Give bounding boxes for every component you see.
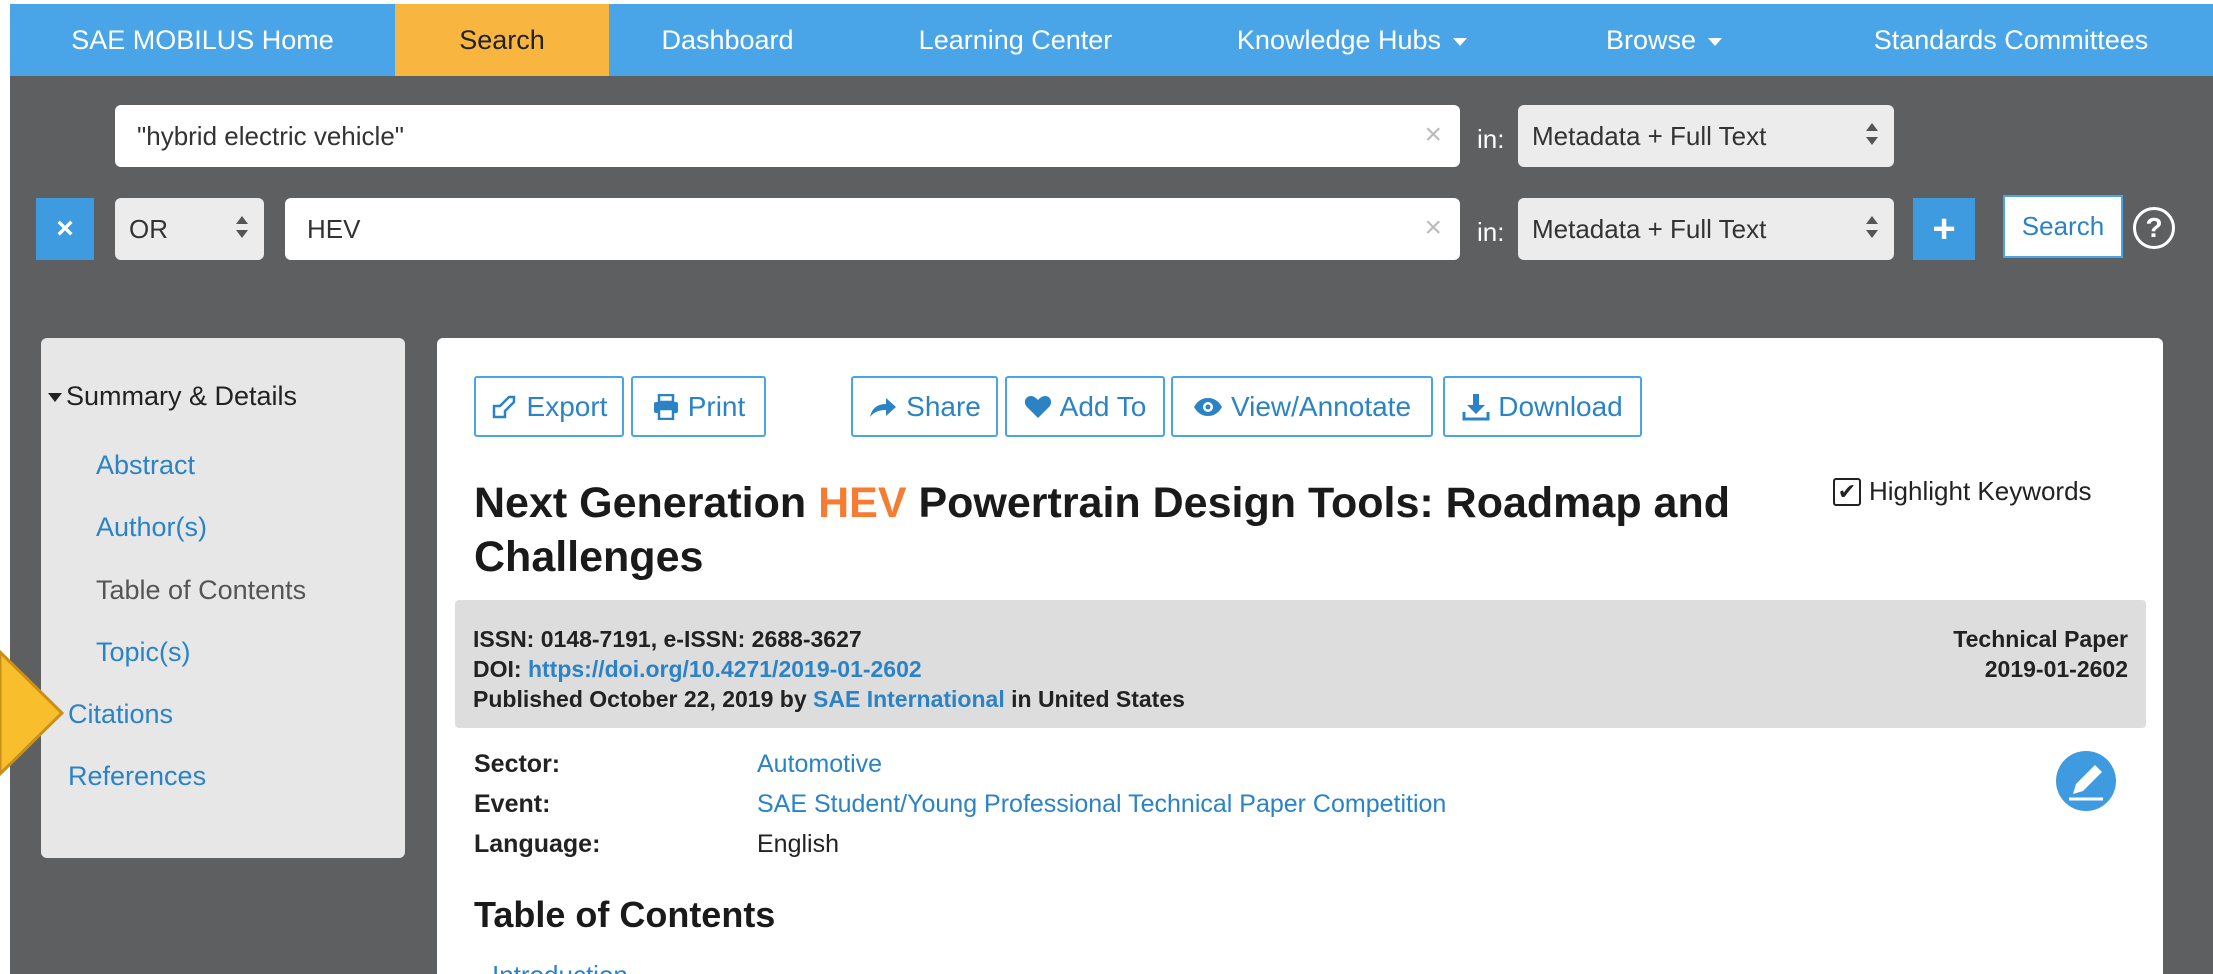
search-button[interactable]: Search: [2003, 195, 2123, 258]
pointer-arrow-icon: [0, 650, 64, 776]
nav-standards-committees[interactable]: Standards Committees: [1809, 4, 2213, 76]
published-line: Published October 22, 2019 by SAE Intern…: [473, 686, 1185, 713]
select-arrows-icon: [1866, 216, 1878, 242]
print-label: Print: [687, 390, 746, 422]
doi-link[interactable]: https://doi.org/10.4271/2019-01-2602: [528, 656, 922, 682]
operator-value: OR: [129, 213, 168, 244]
clear-icon[interactable]: ×: [1424, 213, 1442, 243]
export-icon: [492, 395, 515, 418]
operator-select[interactable]: OR: [115, 198, 264, 260]
download-button[interactable]: Download: [1443, 376, 1642, 437]
search-input-2-value: HEV: [307, 213, 361, 244]
search-input-2[interactable]: HEV ×: [285, 198, 1460, 260]
help-icon[interactable]: ?: [2133, 207, 2175, 249]
sidebar-item-references[interactable]: References: [68, 761, 206, 792]
remove-row-button[interactable]: ×: [36, 198, 94, 260]
top-nav: SAE MOBILUS Home Search Dashboard Learni…: [10, 4, 2213, 76]
share-arrow-icon: [870, 397, 897, 417]
event-link[interactable]: SAE Student/Young Professional Technical…: [757, 790, 1446, 819]
highlight-keywords-toggle[interactable]: ✔ Highlight Keywords: [1833, 476, 2092, 507]
sidebar-item-citations[interactable]: Citations: [68, 699, 173, 730]
title-part-1: Next Generation: [474, 479, 819, 527]
nav-home[interactable]: SAE MOBILUS Home: [10, 4, 395, 76]
sidebar-section-label: Summary & Details: [66, 381, 298, 411]
nav-dashboard[interactable]: Dashboard: [609, 4, 846, 76]
triangle-down-icon: [48, 393, 62, 403]
nav-learning-center[interactable]: Learning Center: [846, 4, 1185, 76]
export-button[interactable]: Export: [474, 376, 624, 437]
language-label: Language:: [474, 830, 601, 858]
issn: ISSN: 0148-7191, e-ISSN: 2688-3627: [473, 626, 862, 652]
scope-select-1-value: Metadata + Full Text: [1532, 120, 1767, 151]
eye-icon: [1193, 397, 1222, 416]
scope-select-2-value: Metadata + Full Text: [1532, 213, 1767, 244]
checkbox-checked-icon[interactable]: ✔: [1833, 477, 1861, 506]
scope-select-2[interactable]: Metadata + Full Text: [1518, 198, 1894, 260]
download-icon: [1462, 393, 1490, 420]
paper-number: 2019-01-2602: [1984, 656, 2128, 682]
add-to-button[interactable]: Add To: [1005, 376, 1165, 437]
printer-icon: [653, 393, 678, 420]
select-arrows-icon: [236, 216, 248, 242]
clear-icon[interactable]: ×: [1424, 120, 1442, 150]
view-annotate-button[interactable]: View/Annotate: [1171, 376, 1433, 437]
sidebar-item-table-of-contents[interactable]: Table of Contents: [96, 575, 306, 606]
sidebar-section-summary[interactable]: Summary & Details: [48, 381, 297, 412]
published-pre: Published October 22, 2019 by: [473, 686, 814, 712]
print-button[interactable]: Print: [631, 376, 766, 437]
scope-select-1[interactable]: Metadata + Full Text: [1518, 105, 1894, 167]
caret-down-icon: [1453, 37, 1468, 46]
heart-icon: [1024, 396, 1051, 418]
doi-label: DOI:: [473, 656, 528, 682]
toc-heading: Table of Contents: [474, 894, 776, 935]
paper-type: Technical Paper: [1953, 626, 2128, 652]
export-label: Export: [526, 390, 608, 422]
event-label: Event:: [474, 790, 551, 818]
nav-search[interactable]: Search: [395, 4, 609, 76]
add-row-button[interactable]: +: [1913, 198, 1975, 260]
nav-browse-label: Browse: [1605, 24, 1697, 55]
search-input-1-value: "hybrid electric vehicle": [137, 120, 405, 151]
main-panel: Export Print Share Add To View/Annotate …: [437, 338, 2163, 974]
nav-knowledge-hubs-label: Knowledge Hubs: [1236, 24, 1442, 55]
nav-browse[interactable]: Browse: [1519, 4, 1809, 76]
caret-down-icon: [1708, 37, 1723, 46]
edit-pencil-icon[interactable]: [2055, 750, 2117, 812]
sidebar-item-authors[interactable]: Author(s): [96, 512, 207, 543]
toc-item-introduction[interactable]: Introduction: [492, 960, 628, 974]
nav-knowledge-hubs[interactable]: Knowledge Hubs: [1185, 4, 1519, 76]
doi-line: DOI: https://doi.org/10.4271/2019-01-260…: [473, 656, 922, 683]
highlight-keywords-label: Highlight Keywords: [1869, 476, 2092, 506]
share-button[interactable]: Share: [851, 376, 998, 437]
publisher-link[interactable]: SAE International: [813, 686, 1005, 712]
sidebar-item-topics[interactable]: Topic(s): [96, 637, 191, 668]
language-value: English: [757, 830, 839, 858]
download-label: Download: [1498, 390, 1623, 422]
share-label: Share: [906, 390, 981, 422]
sidebar-item-abstract[interactable]: Abstract: [96, 450, 195, 481]
select-arrows-icon: [1866, 123, 1878, 149]
paper-title: Next Generation HEV Powertrain Design To…: [474, 476, 1794, 584]
paper-metadata: ISSN: 0148-7191, e-ISSN: 2688-3627 DOI: …: [455, 600, 2146, 728]
title-keyword-highlight: HEV: [818, 479, 907, 527]
add-to-label: Add To: [1059, 390, 1147, 422]
in-label: in:: [1477, 124, 1505, 154]
sector-label: Sector:: [474, 750, 561, 778]
view-annotate-label: View/Annotate: [1230, 390, 1412, 422]
sector-link[interactable]: Automotive: [757, 750, 882, 779]
in-label: in:: [1477, 217, 1505, 247]
published-post: in United States: [1004, 686, 1185, 712]
search-input-1[interactable]: "hybrid electric vehicle" ×: [115, 105, 1460, 167]
